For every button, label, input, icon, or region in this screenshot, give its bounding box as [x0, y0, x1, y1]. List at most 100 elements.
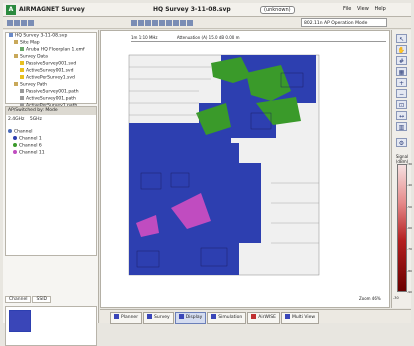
zoom-in-icon[interactable]: [131, 20, 137, 26]
mode-select[interactable]: 802.11n AP Operation Mode: [301, 18, 387, 27]
band-5ghz[interactable]: 5GHz: [30, 117, 42, 122]
color-swatch: [13, 150, 17, 154]
tree-file[interactable]: PassiveSurvey001.svd: [6, 61, 96, 68]
ap-icon[interactable]: [180, 20, 186, 26]
menu-help[interactable]: Help: [374, 6, 385, 12]
color-scale-ticks: -30: [393, 296, 399, 300]
legend-panel: AP/Switched by: Mode 2.4GHz 5GHz Channel…: [5, 106, 97, 256]
menu-file[interactable]: File: [343, 6, 351, 12]
tree-site-map[interactable]: Site Map: [6, 40, 96, 47]
map-thumbnail[interactable]: [9, 310, 31, 332]
fit-icon[interactable]: [145, 20, 151, 26]
color-swatch: [13, 136, 17, 140]
tree-path[interactable]: ActiveSurvey001.path: [6, 96, 96, 103]
multiview-icon: [284, 314, 290, 319]
legend-item[interactable]: Channel 1: [8, 136, 45, 143]
legend-header: AP/Switched by: Mode: [6, 107, 96, 115]
chart-icon[interactable]: ▥: [396, 122, 407, 131]
window-title: HQ Survey 3-11-08.svp: [153, 6, 231, 13]
signal-tick: -80: [407, 268, 412, 273]
legend-channel[interactable]: Channel: [8, 129, 45, 136]
tab-multi-view[interactable]: Multi View: [280, 312, 320, 324]
tab-survey[interactable]: Survey: [143, 312, 174, 324]
zoom-label: Zoom 46%: [359, 296, 381, 301]
layers-icon[interactable]: ▦: [396, 67, 407, 76]
tab-planner[interactable]: Planner: [110, 312, 143, 324]
path-icon: [20, 89, 24, 93]
passive-icon: [20, 61, 24, 65]
airwise-icon: [251, 314, 257, 319]
ruler-label: 1m 1:10 MHz: [131, 35, 158, 40]
tab-channel[interactable]: Channel: [5, 296, 32, 303]
signal-tick: -60: [407, 226, 412, 230]
simulation-icon: [211, 314, 217, 319]
fit-icon[interactable]: ⊡: [396, 100, 407, 109]
panel-tabs: Channel SSID: [5, 296, 97, 304]
active-icon: [20, 68, 24, 72]
folder-icon: [14, 54, 18, 58]
grid-icon[interactable]: #: [396, 56, 407, 65]
grid-icon[interactable]: [166, 20, 172, 26]
zoom-in-icon[interactable]: +: [396, 78, 407, 87]
signal-tick: -70: [407, 247, 412, 252]
app-name: AIRMAGNET Survey: [19, 6, 85, 13]
signal-tick: -40: [407, 183, 412, 188]
print-icon[interactable]: [28, 20, 34, 26]
refresh-icon[interactable]: [187, 20, 193, 26]
measure-icon[interactable]: [173, 20, 179, 26]
app-logo: A: [6, 5, 16, 15]
tree-floorplan[interactable]: Aruba HQ Floorplan 1.emf: [6, 47, 96, 54]
band-2-4ghz[interactable]: 2.4GHz: [8, 117, 24, 122]
heatmap[interactable]: [101, 43, 391, 303]
band-toggles: 2.4GHz 5GHz: [8, 117, 42, 122]
tree-file[interactable]: ActiveSurvey001.svd: [6, 68, 96, 75]
menu-view[interactable]: View: [357, 6, 369, 12]
help-button[interactable]: (unknown): [260, 6, 295, 14]
open-icon[interactable]: [14, 20, 20, 26]
active-icon: [20, 75, 24, 79]
measure-icon[interactable]: ↔: [396, 111, 407, 120]
save-icon[interactable]: [21, 20, 27, 26]
map-icon: [20, 47, 24, 51]
channel-icon: [8, 129, 12, 133]
legend-tree: Channel Channel 1 Channel 6 Channel 11: [8, 129, 45, 157]
tree-root[interactable]: HQ Survey 3-11-08.svp: [6, 33, 96, 40]
title-bar: A AIRMAGNET Survey HQ Survey 3-11-08.svp…: [3, 3, 411, 17]
tree-survey-path[interactable]: Survey Path: [6, 82, 96, 89]
color-swatch: [13, 143, 17, 147]
path-icon: [20, 96, 24, 100]
bottom-tabs: Planner Survey Display Simulation AirWISE Mul…: [100, 309, 411, 324]
tree-survey-data[interactable]: Survey Data: [6, 54, 96, 61]
tree-file[interactable]: ActivePerSurvey1.svd: [6, 75, 96, 82]
ruler: 1m 1:10 MHz Attenuation (A) 15.0 dB 0.00…: [131, 35, 386, 42]
zoom-out-icon[interactable]: [138, 20, 144, 26]
new-icon[interactable]: [7, 20, 13, 26]
project-tree: HQ Survey 3-11-08.svp Site Map Aruba HQ …: [5, 32, 97, 109]
signal-tick: -90: [407, 290, 412, 294]
settings-icon[interactable]: ⚙: [396, 138, 407, 147]
signal-tick: -50: [407, 204, 412, 209]
folder-icon: [14, 40, 18, 44]
tab-ssid[interactable]: SSID: [32, 296, 51, 303]
select-icon[interactable]: ↖: [396, 34, 407, 43]
left-panel: HQ Survey 3-11-08.svp Site Map Aruba HQ …: [3, 30, 99, 346]
tab-airwise[interactable]: AirWISE: [247, 312, 280, 324]
legend-item[interactable]: Channel 6: [8, 143, 45, 150]
select-icon[interactable]: [152, 20, 158, 26]
tab-display[interactable]: Display: [174, 312, 207, 324]
zoom-out-icon[interactable]: −: [396, 89, 407, 98]
right-toolbar: ↖ ✋ # ▦ + − ⊡ ↔ ▥ ⚙ Signal (dBm) -30 -30…: [391, 30, 412, 308]
tree-path[interactable]: PassiveSurvey001.path: [6, 89, 96, 96]
menu-bar: File View Help: [343, 6, 390, 12]
signal-colorbar: [397, 164, 407, 292]
project-icon: [9, 33, 13, 37]
planner-icon: [114, 314, 119, 319]
map-info: Attenuation (A) 15.0 dB 0.00 m: [176, 35, 240, 40]
overview-panel: [5, 306, 97, 346]
pan-icon[interactable]: [159, 20, 165, 26]
tab-simulation[interactable]: Simulation: [207, 312, 247, 324]
legend-item[interactable]: Channel 11: [8, 150, 45, 157]
hand-icon[interactable]: ✋: [396, 45, 407, 54]
toolbar: 802.11n AP Operation Mode: [3, 17, 411, 29]
map-area[interactable]: 1m 1:10 MHz Attenuation (A) 15.0 dB 0.00…: [100, 30, 390, 308]
